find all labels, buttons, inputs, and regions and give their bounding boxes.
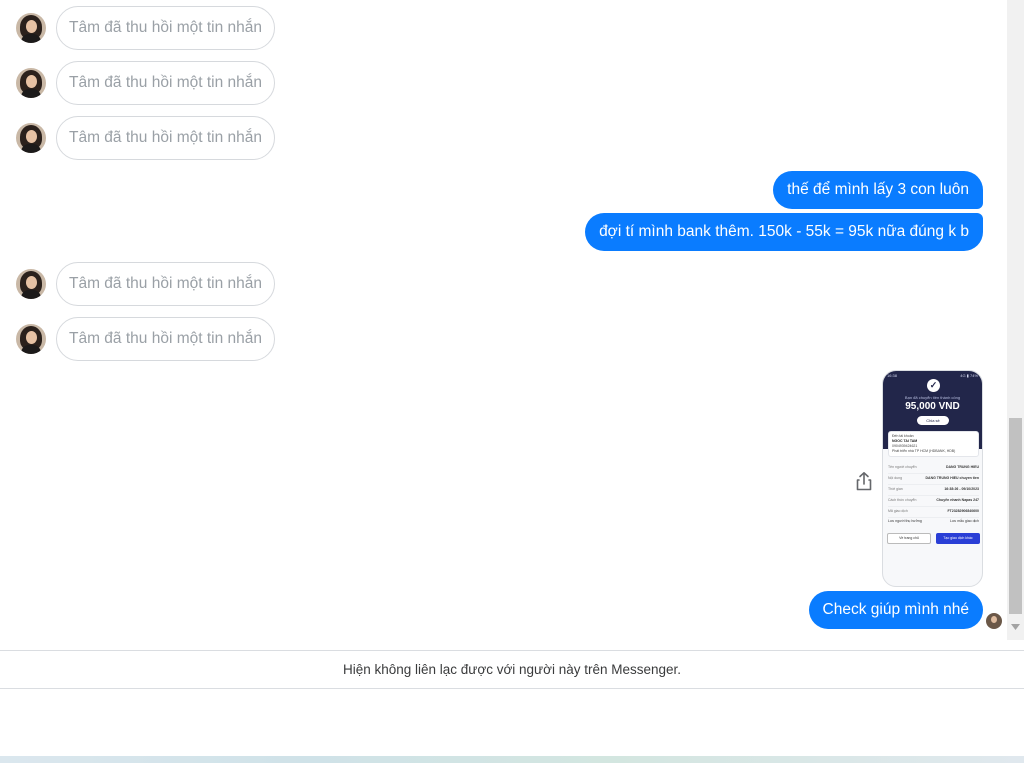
receipt-row-label: Tên người chuyển <box>888 465 917 469</box>
contact-avatar[interactable] <box>16 269 46 299</box>
outgoing-message[interactable]: thế để mình lấy 3 con luôn <box>773 171 983 209</box>
scrollbar-thumb[interactable] <box>1009 418 1022 614</box>
receipt-row-label: Mã giao dịch <box>888 509 908 513</box>
receipt-home-button: Về trang chủ <box>887 533 931 544</box>
receipt-row-value: FT23282906840600 <box>947 509 979 513</box>
save-beneficiary-link: Lưu người thụ hưởng <box>888 519 922 523</box>
receipt-row: Thời gian 16:38:26 - 09/10/2023 <box>888 485 979 496</box>
receipt-row-value: DANG TRUNG HIEU chuyen tien <box>925 476 979 480</box>
outgoing-message[interactable]: đợi tí mình bank thêm. 150k - 55k = 95k … <box>585 213 983 251</box>
recalled-message[interactable]: Tâm đã thu hồi một tin nhắn <box>56 116 276 160</box>
recalled-message[interactable]: Tâm đã thu hồi một tin nhắn <box>56 262 276 306</box>
window-bottom-edge <box>0 756 1024 763</box>
receipt-row: Tên người chuyển DANG TRUNG HIEU <box>888 463 979 474</box>
receipt-row-value: 16:38:26 - 09/10/2023 <box>944 487 979 491</box>
incoming-message-row: Tâm đã thu hồi một tin nhắn <box>16 261 276 307</box>
receipt-subtitle: Bạn đã chuyển tiền thành công <box>904 395 961 400</box>
receipt-new-transaction-button: Tạo giao dịch khác <box>936 533 980 544</box>
read-receipt-avatar <box>986 613 1002 629</box>
receipt-status-time: 16:38 <box>887 373 898 378</box>
receipt-row: Mã giao dịch FT23282906840600 <box>888 507 979 518</box>
unavailable-notice: Hiện không liên lạc được với người này t… <box>0 650 1024 689</box>
receipt-row-value: Chuyển nhanh Napas 247 <box>936 498 979 502</box>
message-list: Tâm đã thu hồi một tin nhắn Tâm đã thu h… <box>0 0 1007 650</box>
incoming-message-row: Tâm đã thu hồi một tin nhắn <box>16 316 276 362</box>
recalled-message[interactable]: Tâm đã thu hồi một tin nhắn <box>56 317 276 361</box>
recipient-bank: Phát triển nhà TP HCM (HDBANK, HDB) <box>892 449 956 453</box>
recalled-message[interactable]: Tâm đã thu hồi một tin nhắn <box>56 6 276 50</box>
contact-avatar[interactable] <box>16 13 46 43</box>
receipt-row-value: DANG TRUNG HIEU <box>945 465 979 469</box>
contact-avatar[interactable] <box>16 123 46 153</box>
receipt-row-label: Nội dung <box>888 476 903 480</box>
outgoing-message[interactable]: Check giúp mình nhé <box>808 591 983 629</box>
share-icon[interactable] <box>852 469 876 493</box>
receipt-share-pill: Chia sẻ <box>917 416 949 425</box>
scrollbar[interactable] <box>1007 0 1024 640</box>
receipt-buttons: Về trang chủ Tạo giao dịch khác <box>887 533 980 544</box>
receipt-status-bar: 16:38 4G ▮ 74% <box>887 373 978 378</box>
receipt-row-label: Cách thức chuyển <box>888 498 917 502</box>
save-template-link: Lưu mẫu giao dịch <box>950 519 979 523</box>
receipt-row: Nội dung DANG TRUNG HIEU chuyen tien <box>888 474 979 485</box>
receipt-recipient-card: Đến tài khoản NGOC TAI TAM 0904939424621… <box>888 431 979 457</box>
contact-avatar[interactable] <box>16 324 46 354</box>
incoming-message-row: Tâm đã thu hồi một tin nhắn <box>16 60 276 106</box>
receipt-row: Cách thức chuyển Chuyển nhanh Napas 247 <box>888 496 979 507</box>
receipt-row-label: Thời gian <box>888 487 903 491</box>
incoming-message-row: Tâm đã thu hồi một tin nhắn <box>16 115 276 161</box>
unavailable-notice-text: Hiện không liên lạc được với người này t… <box>342 662 682 677</box>
success-check-icon: ✓ <box>927 379 940 392</box>
scroll-down-arrow-icon[interactable] <box>1007 618 1024 635</box>
receipt-details: Tên người chuyển DANG TRUNG HIEU Nội dung… <box>888 463 979 518</box>
receipt-amount: 95,000 VND <box>905 401 960 412</box>
recalled-message[interactable]: Tâm đã thu hồi một tin nhắn <box>56 61 276 105</box>
contact-avatar[interactable] <box>16 68 46 98</box>
receipt-links: Lưu người thụ hưởng Lưu mẫu giao dịch <box>888 519 979 523</box>
transfer-receipt-image[interactable]: 16:38 4G ▮ 74% ✓ Bạn đã chuyển tiền thàn… <box>882 370 983 587</box>
receipt-status-signal: 4G ▮ 74% <box>960 373 978 378</box>
incoming-message-row: Tâm đã thu hồi một tin nhắn <box>16 5 276 51</box>
